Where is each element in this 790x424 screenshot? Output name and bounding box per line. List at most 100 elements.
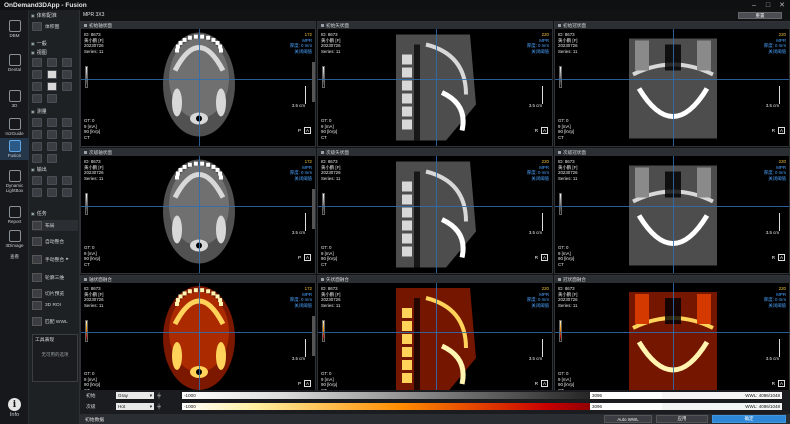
reset-button[interactable]: 重置 (738, 12, 782, 19)
viewport-title[interactable]: 初始矢状面 (318, 22, 552, 29)
export-icon[interactable] (62, 176, 72, 185)
crosshair-vertical[interactable] (436, 283, 437, 399)
nav-item-dynamic-lightbox[interactable]: Dynamic LightBox (0, 170, 29, 193)
magnify-icon[interactable] (62, 70, 72, 79)
crosshair-horizontal[interactable] (318, 78, 552, 80)
sync-icon[interactable] (62, 82, 72, 91)
window-marker-icon[interactable]: ╪ (154, 393, 164, 399)
slice-scrollbar[interactable] (312, 62, 315, 102)
angle-icon[interactable] (47, 118, 57, 127)
crosshair-horizontal[interactable] (81, 205, 315, 207)
viewport-axial-3[interactable]: 轴状面融合 ID: 8673 黄小鹏 [F] 20230726 Series: 11 17… (80, 275, 316, 400)
crosshair-horizontal[interactable] (318, 332, 552, 334)
capture-icon[interactable] (47, 176, 57, 185)
section-measure[interactable]: 测量 (31, 108, 79, 115)
nav-item-fusion[interactable]: Fusion (0, 138, 29, 160)
ok-button[interactable]: 确定 (712, 415, 786, 423)
viewport-title[interactable]: 冠状面融合 (555, 276, 789, 283)
crosshair-horizontal[interactable] (81, 78, 315, 80)
task-contour-3d[interactable]: 轮廓三维 (32, 272, 78, 283)
nav-item-3dimage[interactable]: 3Dimage (0, 230, 29, 248)
ruler-icon[interactable] (32, 118, 42, 127)
volume-button-label[interactable]: 体积图 (45, 23, 59, 30)
viewport-axial-2[interactable]: 次级轴状面 ID: 8673 黄小鹏 [F] 20230726 Series: 11 17… (80, 148, 316, 274)
crosshair-vertical[interactable] (199, 283, 200, 399)
rotate-icon[interactable] (62, 58, 72, 67)
pan-icon[interactable] (32, 58, 42, 67)
volume-icon[interactable] (32, 22, 42, 31)
reset-view-icon[interactable] (32, 82, 42, 91)
close-icon[interactable]: ✕ (776, 1, 788, 9)
crosshair-horizontal[interactable] (555, 78, 789, 80)
roi-icon[interactable] (47, 130, 57, 139)
viewport-axial-1[interactable]: 初始轴状面 ID: 8673 黄小鹏 [F] 20230726 Series: 11 17… (80, 21, 316, 147)
auto-wwl-button[interactable]: Auto WWL (604, 415, 652, 423)
area-icon[interactable] (62, 118, 72, 127)
crosshair-horizontal[interactable] (555, 205, 789, 207)
viewport-coronal-3[interactable]: 冠状面融合 ID: 8673 黄小鹏 [F] 20230726 Series: 11 22… (554, 275, 790, 400)
crosshair-horizontal[interactable] (81, 332, 315, 334)
viewport-title[interactable]: 初始冠状面 (555, 22, 789, 29)
crosshair-vertical[interactable] (436, 29, 437, 146)
viewport-title[interactable]: 次级矢状面 (318, 149, 552, 156)
viewport-sagittal-1[interactable]: 初始矢状面 ID: 8673 黄小鹏 [F] 20230726 Series: 11 22… (317, 21, 553, 147)
text-annotation-icon[interactable] (62, 130, 72, 139)
task-slice-preview[interactable]: 切片预览 (32, 288, 78, 299)
crosshair-icon[interactable] (47, 82, 57, 91)
nav-item-info[interactable]: i Info (0, 398, 29, 418)
viewport-coronal-1[interactable]: 初始冠状面 ID: 8673 黄小鹏 [F] 20230726 Series: 11 22… (554, 21, 790, 147)
viewport-title[interactable]: 轴状面融合 (81, 276, 315, 283)
print-icon[interactable] (32, 176, 42, 185)
section-general[interactable]: 一般 (31, 40, 79, 47)
section-task[interactable]: 任务 (31, 210, 79, 217)
viewport-title[interactable]: 次级冠状面 (555, 149, 789, 156)
viewport-sagittal-2[interactable]: 次级矢状面 ID: 8673 黄小鹏 [F] 20230726 Series: 11 22… (317, 148, 553, 274)
crosshair-vertical[interactable] (199, 29, 200, 146)
nav-item-view[interactable]: 查看 (0, 254, 29, 259)
section-body-registration[interactable]: 体积配准 (31, 12, 79, 19)
crosshair-vertical[interactable] (673, 156, 674, 273)
task-manual-fusion[interactable]: 手动整合 ▸ (32, 254, 78, 265)
primary-palette-select[interactable]: Gray ▾ (116, 392, 154, 399)
nav-item-in2guide[interactable]: In2Guide (0, 118, 29, 136)
nav-item-dental[interactable]: Dental (0, 54, 29, 72)
crosshair-vertical[interactable] (199, 156, 200, 273)
viewport-title[interactable]: 初始轴状面 (81, 22, 315, 29)
viewport-sagittal-3[interactable]: 矢状面融合 ID: 8673 黄小鹏 [F] 20230726 Series: 11 22… (317, 275, 553, 400)
crosshair-vertical[interactable] (673, 29, 674, 146)
viewport-coronal-2[interactable]: 次级冠状面 ID: 8673 黄小鹏 [F] 20230726 Series: 11 22… (554, 148, 790, 274)
save-icon[interactable] (47, 188, 57, 197)
wwl-icon[interactable] (47, 70, 57, 79)
task-match-wwl[interactable]: 匹配 WWL (32, 316, 78, 327)
nav-item-dbm[interactable]: DBM (0, 20, 29, 38)
section-view[interactable]: 视图 (31, 49, 79, 56)
movie-icon[interactable] (32, 188, 42, 197)
eraser-icon[interactable] (62, 142, 72, 151)
primary-max-value[interactable]: 3096 (590, 392, 670, 399)
crosshair-vertical[interactable] (673, 283, 674, 399)
viewport-title[interactable]: 次级轴状面 (81, 149, 315, 156)
pencil-icon[interactable] (47, 142, 57, 151)
move-icon[interactable] (32, 70, 42, 79)
minimize-icon[interactable]: – (748, 1, 760, 9)
zoom-icon[interactable] (47, 58, 57, 67)
report-add-icon[interactable] (62, 188, 72, 197)
section-output[interactable]: 输出 (31, 166, 79, 173)
nav-item-report[interactable]: Report (0, 206, 29, 224)
grid-icon[interactable] (47, 94, 57, 103)
task-3d-roi[interactable]: 3D ROI (32, 300, 78, 311)
viewport-title[interactable]: 矢状面融合 (318, 276, 552, 283)
window-marker-icon[interactable]: ╪ (154, 404, 164, 410)
crosshair-horizontal[interactable] (555, 332, 789, 334)
hu-value-icon[interactable] (32, 154, 42, 163)
arrow-annotation-icon[interactable] (32, 142, 42, 151)
task-auto-fusion[interactable]: 自动整合 (32, 236, 78, 247)
crosshair-vertical[interactable] (436, 156, 437, 273)
apply-button[interactable]: 应用 (656, 415, 708, 423)
delete-measure-icon[interactable] (47, 154, 57, 163)
maximize-icon[interactable]: □ (762, 1, 774, 9)
crosshair-horizontal[interactable] (318, 205, 552, 207)
secondary-palette-select[interactable]: Hot ▾ (116, 403, 154, 410)
flip-icon[interactable] (32, 94, 42, 103)
nav-item-3d[interactable]: 3D (0, 90, 29, 108)
